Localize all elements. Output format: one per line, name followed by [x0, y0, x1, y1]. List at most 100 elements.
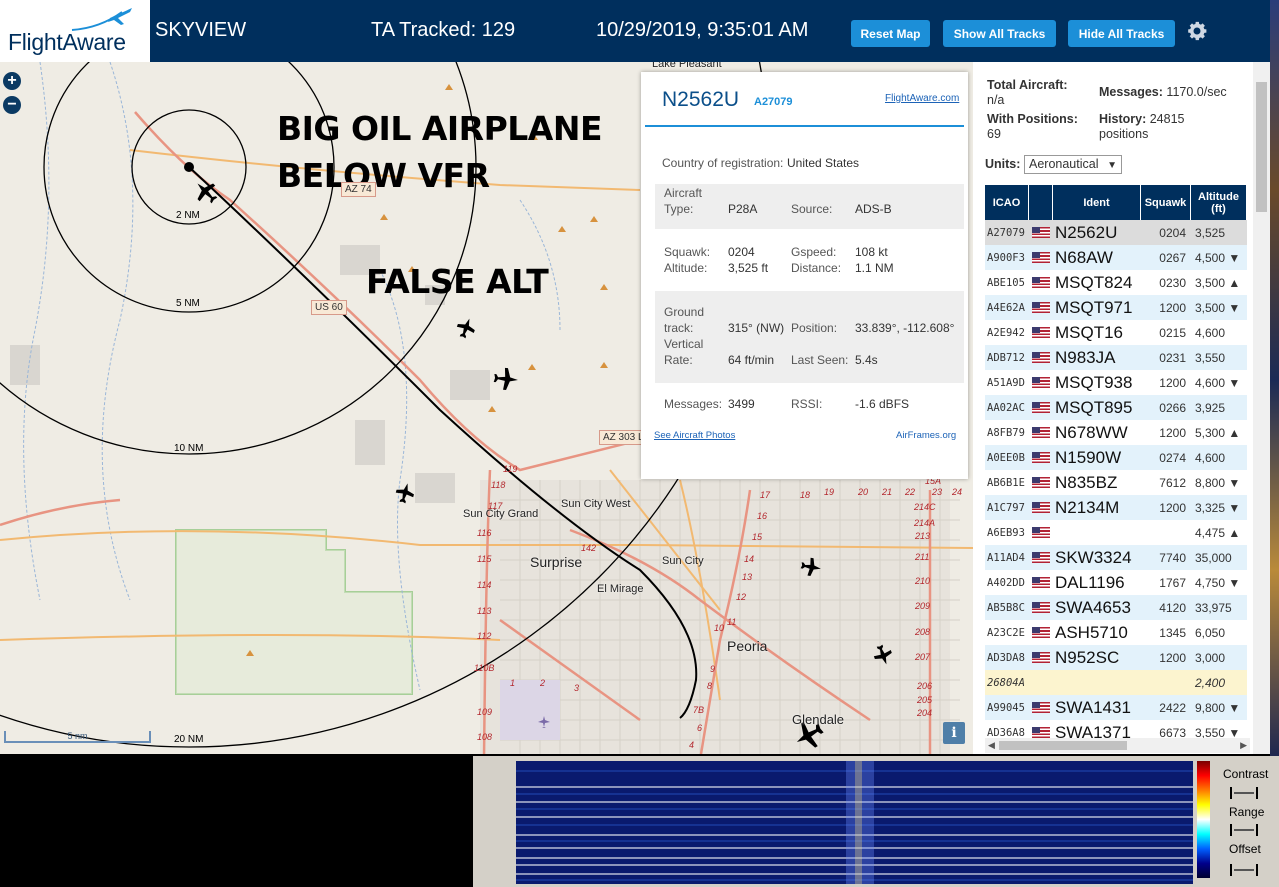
place-peoria: Peoria	[727, 638, 768, 654]
horizontal-scroll-thumb[interactable]	[999, 741, 1127, 750]
row-icao: A1C797	[987, 501, 1025, 514]
history-label: History:	[1099, 112, 1147, 126]
column-flag[interactable]	[1029, 185, 1053, 220]
table-row[interactable]: A900F3 N68AW 0267 4,500 ▼	[985, 245, 1247, 270]
flightaware-link[interactable]: FlightAware.com	[885, 93, 959, 104]
row-altitude: 3,550	[1195, 350, 1226, 365]
table-row[interactable]: A23C2E ASH5710 1345 6,050	[985, 620, 1247, 645]
horizontal-scrollbar[interactable]: ◀ ▶	[985, 738, 1250, 753]
table-row[interactable]: A11AD4 SKW3324 7740 35,000	[985, 545, 1247, 570]
table-row[interactable]: AA02AC MSQT895 0266 3,925	[985, 395, 1247, 420]
table-row[interactable]: 26804A 2,400	[985, 670, 1247, 695]
see-aircraft-photos-link[interactable]: See Aircraft Photos	[654, 430, 735, 441]
waterfall-colorbar	[1197, 761, 1210, 878]
row-ident: N678WW	[1055, 422, 1128, 442]
units-select[interactable]: Aeronautical ▼	[1024, 155, 1122, 174]
row-squawk: 7740	[1159, 550, 1186, 565]
map-info-button[interactable]: i	[943, 722, 965, 744]
table-row[interactable]: ADB712 N983JA 0231 3,550	[985, 345, 1247, 370]
row-ident: N2134M	[1055, 497, 1120, 517]
row-icao: A6EB93	[987, 526, 1025, 539]
annotation-false-alt: FALSE ALT	[366, 262, 549, 301]
exit-label: 10	[714, 623, 725, 633]
table-row[interactable]: A99045 SWA1431 2422 9,800 ▼	[985, 695, 1247, 720]
place-lake-pleasant: Lake Pleasant	[652, 62, 722, 70]
flag-icon	[1032, 420, 1050, 445]
table-row[interactable]: A0EE0B N1590W 0274 4,600	[985, 445, 1247, 470]
exit-label: 7B	[693, 705, 705, 715]
table-row[interactable]: A4E62A MSQT971 1200 3,500 ▼	[985, 295, 1247, 320]
us-flag-icon	[1032, 727, 1050, 738]
annotation-big-oil-line1: BIG OIL AIRPLANE	[277, 109, 603, 148]
column-icao[interactable]: ICAO	[985, 185, 1029, 220]
exit-label: 114	[477, 580, 492, 590]
distance-label: Distance:	[791, 261, 842, 275]
waterfall-canvas	[516, 761, 1193, 884]
airframes-link[interactable]: AirFrames.org	[896, 430, 956, 441]
skyview-window: FlightAware SKYVIEW TA Tracked: 129 10/2…	[0, 0, 1279, 887]
row-squawk	[1143, 670, 1186, 695]
hide-all-tracks-button[interactable]: Hide All Tracks	[1068, 20, 1175, 47]
table-row[interactable]: A2E942 MSQT16 0215 4,600	[985, 320, 1247, 345]
table-row[interactable]: A8FB79 N678WW 1200 5,300 ▲	[985, 420, 1247, 445]
us-flag-icon	[1032, 352, 1050, 363]
table-row[interactable]: AD3DA8 N952SC 1200 3,000	[985, 645, 1247, 670]
row-altitude: 4,475 ▲	[1195, 525, 1241, 540]
spectrum-waterfall[interactable]	[516, 761, 1193, 884]
zoom-out-button[interactable]: −	[3, 96, 21, 114]
flightaware-logo[interactable]: FlightAware	[0, 0, 150, 62]
units-label: Units:	[985, 157, 1021, 171]
table-row[interactable]: A402DD DAL1196 1767 4,750 ▼	[985, 570, 1247, 595]
exit-label: 113	[477, 606, 492, 616]
column-squawk[interactable]: Squawk	[1141, 185, 1191, 220]
exit-label: 109	[477, 707, 493, 717]
offset-slider[interactable]	[1230, 864, 1258, 876]
road-us60: US 60	[311, 300, 347, 315]
gear-icon[interactable]	[1185, 19, 1209, 43]
app-title: SKYVIEW	[155, 19, 247, 41]
reset-map-button[interactable]: Reset Map	[851, 20, 930, 47]
row-ident: N68AW	[1055, 247, 1113, 267]
distance-value: 1.1 NM	[855, 261, 894, 275]
row-squawk: 0215	[1159, 325, 1186, 340]
exit-label: 118	[491, 480, 506, 490]
annotation-big-oil-line2: BELOW VFR	[277, 156, 490, 195]
flag-icon	[1032, 645, 1050, 670]
zoom-in-button[interactable]: +	[3, 72, 21, 90]
scroll-left-icon[interactable]: ◀	[988, 740, 995, 751]
row-squawk: 0266	[1159, 400, 1186, 415]
row-altitude: 4,600	[1195, 450, 1226, 465]
contrast-slider[interactable]	[1230, 787, 1258, 799]
table-row[interactable]: A1C797 N2134M 1200 3,325 ▼	[985, 495, 1247, 520]
table-row[interactable]: AB5B8C SWA4653 4120 33,975	[985, 595, 1247, 620]
show-all-tracks-button[interactable]: Show All Tracks	[943, 20, 1056, 47]
flag-icon	[1032, 345, 1050, 370]
row-squawk: 1200	[1159, 300, 1186, 315]
position-label: Position:	[791, 321, 838, 335]
us-flag-icon	[1032, 627, 1050, 638]
us-flag-icon	[1032, 602, 1050, 613]
range-slider[interactable]	[1230, 824, 1258, 836]
ground-track-label-line2: track:	[664, 321, 694, 335]
table-row[interactable]: A51A9D MSQT938 1200 4,600 ▼	[985, 370, 1247, 395]
vertical-scrollbar[interactable]	[1253, 62, 1270, 754]
us-flag-icon	[1032, 527, 1050, 538]
row-ident: N835BZ	[1055, 472, 1118, 492]
table-row[interactable]: A6EB93 4,475 ▲	[985, 520, 1247, 545]
column-ident[interactable]: Ident	[1053, 185, 1141, 220]
table-row[interactable]: A27079 N2562U 0204 3,525	[985, 220, 1247, 245]
exit-label: 19	[824, 487, 835, 497]
row-icao: AA02AC	[987, 401, 1025, 414]
row-squawk: 1767	[1159, 575, 1186, 590]
row-altitude: 9,800 ▼	[1195, 700, 1241, 715]
ground-track-value: 315° (NW)	[728, 321, 785, 335]
table-row[interactable]: AB6B1E N835BZ 7612 8,800 ▼	[985, 470, 1247, 495]
column-altitude[interactable]: Altitude (ft)	[1191, 185, 1247, 220]
vertical-scroll-thumb[interactable]	[1256, 82, 1267, 212]
flag-icon	[1032, 470, 1050, 495]
header-bar: FlightAware SKYVIEW TA Tracked: 129 10/2…	[0, 0, 1270, 62]
table-row[interactable]: ABE105 MSQT824 0230 3,500 ▲	[985, 270, 1247, 295]
scroll-right-icon[interactable]: ▶	[1240, 740, 1247, 751]
bottom-black-area	[0, 758, 473, 887]
exit-label: 9	[710, 664, 716, 674]
